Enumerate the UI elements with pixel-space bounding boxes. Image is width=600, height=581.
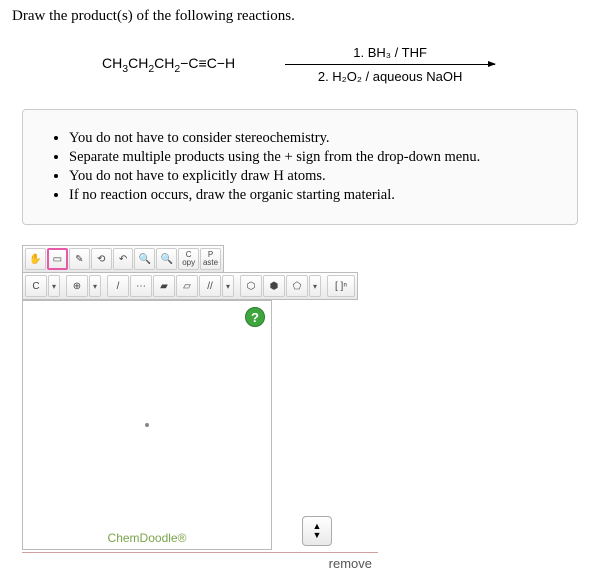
paste-button[interactable]: P aste: [200, 248, 221, 270]
single-bond-icon[interactable]: /: [107, 275, 129, 297]
bond-dropdown-icon[interactable]: ▾: [222, 275, 234, 297]
help-icon[interactable]: ?: [245, 307, 265, 327]
question-prompt: Draw the product(s) of the following rea…: [12, 8, 588, 25]
stepper-column: ▲ ▼: [302, 516, 332, 550]
chemdoodle-brand: ChemDoodle®: [23, 531, 271, 545]
lasso-icon[interactable]: ⟲: [91, 248, 112, 270]
cyclopentane-ring-icon[interactable]: ⬠: [286, 275, 308, 297]
cyclohexane-ring-icon[interactable]: ⬢: [263, 275, 285, 297]
product-stepper[interactable]: ▲ ▼: [302, 516, 332, 546]
remove-link[interactable]: remove: [329, 556, 372, 571]
starting-material: CH3CH2CH2−C≡C−H: [102, 55, 235, 75]
ring-dropdown-icon[interactable]: ▾: [309, 275, 321, 297]
wedge-bond-icon[interactable]: ▰: [153, 275, 175, 297]
instruction-item: You do not have to explicitly draw H ato…: [69, 168, 553, 185]
double-bond-icon[interactable]: //: [199, 275, 221, 297]
zoom-in-icon[interactable]: 🔍: [134, 248, 155, 270]
instruction-item: If no reaction occurs, draw the organic …: [69, 187, 553, 204]
reagent-line-1: 1. BH₃ / THF: [353, 45, 427, 60]
drawing-canvas[interactable]: ? ChemDoodle®: [22, 300, 272, 550]
reagent-line-2: 2. H₂O₂ / aqueous NaOH: [318, 69, 463, 84]
reaction-arrow: 1. BH₃ / THF 2. H₂O₂ / aqueous NaOH: [285, 45, 495, 84]
instructions-list: You do not have to consider stereochemis…: [47, 130, 553, 204]
hash-bond-icon[interactable]: ▱: [176, 275, 198, 297]
toolbar-top: ✋ ▭ ✎ ⟲ ↶ 🔍 🔍 C opy P aste: [22, 245, 224, 272]
remove-bar: remove: [22, 552, 378, 571]
arrow-icon: [285, 64, 495, 65]
copy-button[interactable]: C opy: [178, 248, 199, 270]
charge-plus-icon[interactable]: ⊕: [66, 275, 88, 297]
structure-editor: ✋ ▭ ✎ ⟲ ↶ 🔍 🔍 C opy P aste C ▾ ⊕ ▾ / ⋯ ▰…: [22, 245, 588, 571]
zoom-out-icon[interactable]: 🔍: [156, 248, 177, 270]
rectangle-select-icon[interactable]: ▭: [47, 248, 68, 270]
element-button[interactable]: C: [25, 275, 47, 297]
canvas-center-dot: [145, 423, 149, 427]
charge-dropdown-icon[interactable]: ▾: [89, 275, 101, 297]
element-dropdown-icon[interactable]: ▾: [48, 275, 60, 297]
chevron-down-icon: ▼: [313, 531, 322, 540]
undo-icon[interactable]: ↶: [113, 248, 134, 270]
toolbar-bottom: C ▾ ⊕ ▾ / ⋯ ▰ ▱ // ▾ ⬡ ⬢ ⬠ ▾ [ ]ⁿ: [22, 272, 358, 300]
benzene-ring-icon[interactable]: ⬡: [240, 275, 262, 297]
bracket-button[interactable]: [ ]ⁿ: [327, 275, 355, 297]
dashed-bond-icon[interactable]: ⋯: [130, 275, 152, 297]
reaction-scheme: CH3CH2CH2−C≡C−H 1. BH₃ / THF 2. H₂O₂ / a…: [102, 45, 588, 84]
instructions-box: You do not have to consider stereochemis…: [22, 109, 578, 225]
hand-tool-icon[interactable]: ✋: [25, 248, 46, 270]
instruction-item: Separate multiple products using the + s…: [69, 149, 553, 166]
pencil-icon[interactable]: ✎: [69, 248, 90, 270]
instruction-item: You do not have to consider stereochemis…: [69, 130, 553, 147]
